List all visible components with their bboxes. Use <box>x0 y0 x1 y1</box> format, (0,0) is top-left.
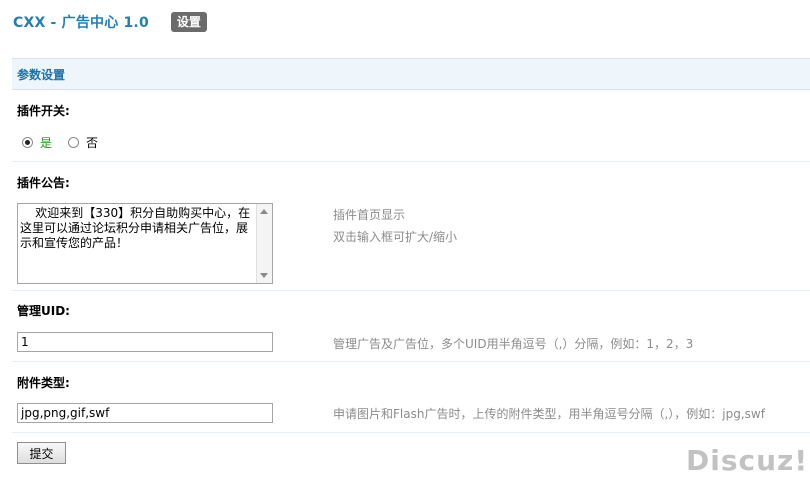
attachment-types-input[interactable]: jpg,png,gif,swf <box>17 403 273 423</box>
divider <box>12 161 810 162</box>
textarea-scrollbar[interactable] <box>256 204 272 283</box>
settings-tab[interactable]: 设置 <box>170 12 207 32</box>
radio-no-label[interactable]: 否 <box>86 134 98 151</box>
attachment-types-label: 附件类型: <box>17 376 70 390</box>
admin-uid-hint: 管理广告及广告位，多个UID用半角逗号（,）分隔，例如：1，2，3 <box>333 337 694 351</box>
scroll-up-arrow-icon[interactable] <box>260 209 268 214</box>
divider <box>12 290 810 291</box>
discuz-watermark: Discuz! <box>686 444 809 477</box>
scroll-down-arrow-icon[interactable] <box>260 273 268 278</box>
admin-uid-input[interactable]: 1 <box>17 332 273 352</box>
attachment-types-hint: 申请图片和Flash广告时，上传的附件类型，用半角逗号分隔（,），例如：jpg,… <box>333 407 765 421</box>
plugin-switch-label: 插件开关: <box>17 104 70 118</box>
admin-uid-label: 管理UID: <box>17 304 70 318</box>
section-header: 参数设置 <box>12 58 810 90</box>
plugin-notice-text[interactable]: 欢迎来到【330】积分自助购买中心，在这里可以通过论坛积分申请相关广告位，展示和… <box>20 206 256 251</box>
app-title: CXX - 广告中心 1.0 <box>13 15 149 31</box>
radio-yes[interactable] <box>22 136 33 148</box>
plugin-notice-textarea[interactable]: 欢迎来到【330】积分自助购买中心，在这里可以通过论坛积分申请相关广告位，展示和… <box>17 203 273 284</box>
plugin-notice-hint-1: 插件首页显示 <box>333 208 406 222</box>
divider <box>12 432 810 433</box>
divider <box>12 361 810 362</box>
plugin-notice-hint-2: 双击输入框可扩大/缩小 <box>333 230 458 244</box>
plugin-notice-label: 插件公告: <box>17 176 70 190</box>
submit-button[interactable]: 提交 <box>17 442 66 464</box>
plugin-switch-radio-group: 是 否 <box>22 134 98 150</box>
radio-no[interactable] <box>68 136 80 148</box>
radio-yes-label[interactable]: 是 <box>40 134 52 151</box>
page-header: CXX - 广告中心 1.0 设置 <box>13 11 207 33</box>
